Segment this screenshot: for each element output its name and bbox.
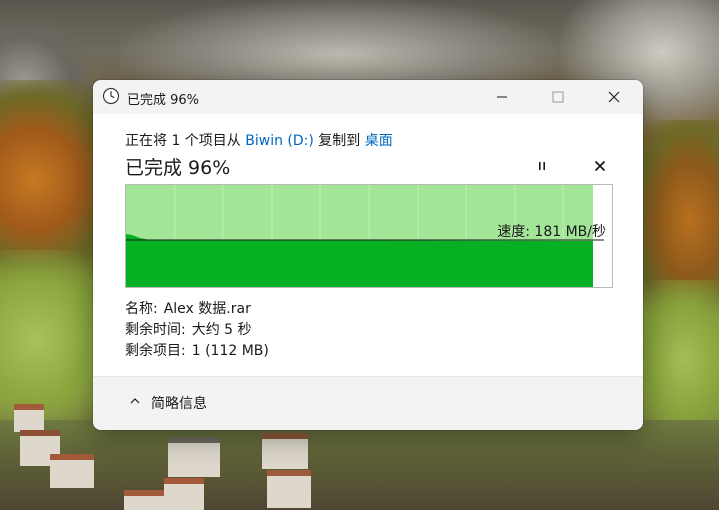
wallpaper-house — [267, 470, 311, 508]
time-value: 大约 5 秒 — [191, 322, 252, 338]
title-bar[interactable]: 已完成 96% — [93, 80, 643, 114]
transfer-speed-graph: 速度: 181 MB/秒 — [125, 184, 613, 288]
file-name-row: 名称: Alex 数据.rar — [125, 298, 251, 318]
wallpaper-house — [50, 454, 94, 488]
time-label: 剩余时间: — [125, 322, 186, 338]
close-icon — [608, 88, 620, 107]
minimize-icon — [496, 88, 508, 107]
close-button[interactable] — [591, 80, 637, 114]
window-title: 已完成 96% — [127, 93, 200, 108]
wallpaper-village — [0, 420, 719, 510]
minimize-button[interactable] — [479, 80, 525, 114]
copy-middle: 复制到 — [318, 133, 361, 149]
cancel-button[interactable] — [587, 154, 613, 178]
wallpaper-house — [262, 433, 308, 469]
file-copy-dialog: 已完成 96% 正在将 1 个项目从 Biwin (D:) 复制到 桌面 已完成… — [93, 80, 643, 430]
speed-area — [126, 234, 593, 287]
pause-icon — [536, 157, 548, 176]
copy-description: 正在将 1 个项目从 Biwin (D:) 复制到 桌面 — [125, 130, 393, 150]
items-label: 剩余项目: — [125, 343, 186, 359]
name-label: 名称: — [125, 301, 158, 317]
wallpaper-meadow — [630, 280, 719, 440]
clock-icon — [102, 87, 120, 105]
source-link[interactable]: Biwin (D:) — [245, 133, 314, 149]
wallpaper-house — [124, 490, 164, 510]
fewer-details-label: 简略信息 — [151, 396, 207, 412]
copy-prefix: 正在将 1 个项目从 — [125, 133, 241, 149]
fewer-details-button[interactable]: 简略信息 — [129, 393, 207, 413]
wallpaper-house — [164, 478, 204, 510]
wallpaper-mountain — [120, 0, 560, 90]
wallpaper-house — [14, 404, 44, 432]
speed-label: 速度: 181 MB/秒 — [497, 224, 606, 240]
progress-heading: 已完成 96% — [125, 157, 231, 179]
dialog-footer: 简略信息 — [93, 376, 643, 430]
wallpaper-house — [168, 437, 220, 477]
items-value: 1 (112 MB) — [191, 343, 269, 359]
items-remaining-row: 剩余项目: 1 (112 MB) — [125, 340, 269, 360]
maximize-button[interactable] — [535, 80, 581, 114]
cancel-icon — [594, 157, 606, 176]
time-remaining-row: 剩余时间: 大约 5 秒 — [125, 319, 252, 339]
name-value: Alex 数据.rar — [163, 301, 251, 317]
maximize-icon — [552, 88, 564, 107]
chevron-up-icon — [129, 395, 141, 411]
destination-link[interactable]: 桌面 — [365, 133, 393, 149]
pause-button[interactable] — [529, 154, 555, 178]
